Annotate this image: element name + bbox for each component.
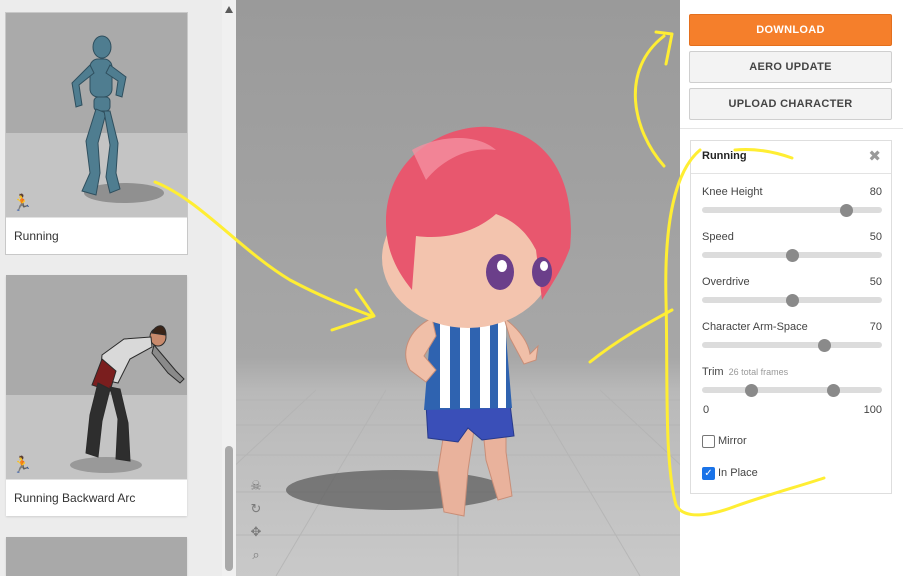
rotate-icon[interactable]: ↻ <box>248 501 264 517</box>
slider-speed: Speed 50 <box>702 231 882 271</box>
animation-card[interactable] <box>6 537 187 576</box>
divider <box>680 128 903 129</box>
scrollbar-thumb[interactable] <box>225 446 233 571</box>
in-place-checkbox[interactable]: ✓ <box>702 466 715 480</box>
aero-update-button[interactable]: AERO UPDATE <box>689 51 892 83</box>
scroll-up-icon[interactable] <box>225 6 233 13</box>
animation-card-running-backward-arc[interactable]: 🏃 Running Backward Arc <box>6 275 187 516</box>
slider-handle[interactable] <box>818 339 832 352</box>
slider-character-arm-space: Character Arm-Space 70 <box>702 321 882 361</box>
animation-card-running[interactable]: 🏃 Running <box>6 13 187 254</box>
3d-viewport[interactable]: ☠ ↻ ✥ ⌕ <box>236 0 680 576</box>
slider-value: 50 <box>869 276 882 288</box>
slider-overdrive: Overdrive 50 <box>702 276 882 316</box>
close-icon[interactable]: ✖ <box>868 147 881 165</box>
trim-start-handle[interactable] <box>744 384 758 397</box>
slider-knee-height: Knee Height 80 <box>702 186 882 226</box>
trim-min-label: 0 <box>703 404 710 416</box>
trim-end-handle[interactable] <box>827 384 841 397</box>
animation-label: Running <box>6 217 187 254</box>
mirror-option[interactable]: Mirror <box>702 433 747 449</box>
running-person-icon: 🏃 <box>12 457 32 474</box>
move-icon[interactable]: ✥ <box>248 524 264 540</box>
slider-value: 80 <box>869 186 882 198</box>
character-scene <box>236 126 680 576</box>
slider-label: Trim 26 total frames <box>702 366 788 378</box>
skull-icon[interactable]: ☠ <box>248 478 264 494</box>
slider-handle[interactable] <box>786 249 799 262</box>
download-button[interactable]: DOWNLOAD <box>689 14 892 46</box>
slider-label: Overdrive <box>702 276 750 288</box>
list-scrollbar[interactable] <box>222 0 236 576</box>
mirror-checkbox[interactable] <box>702 434 715 448</box>
slider-label: Knee Height <box>702 186 763 198</box>
trim-max-label: 100 <box>863 404 882 416</box>
zoom-icon[interactable]: ⌕ <box>248 547 264 563</box>
animation-list: 🏃 Running 🏃 Running Backward Arc <box>0 0 236 576</box>
slider-handle[interactable] <box>786 294 799 307</box>
animation-thumbnail: 🏃 <box>6 13 187 217</box>
running-person-icon: 🏃 <box>12 195 32 212</box>
slider-track[interactable] <box>702 342 882 348</box>
animation-label: Running Backward Arc <box>6 479 187 516</box>
slider-track[interactable] <box>702 387 882 393</box>
viewport-toolbar: ☠ ↻ ✥ ⌕ <box>248 478 264 563</box>
right-panel: DOWNLOAD AERO UPDATE UPLOAD CHARACTER Ru… <box>680 0 903 576</box>
slider-label: Character Arm-Space <box>702 321 808 333</box>
settings-title: Running <box>702 150 747 162</box>
slider-track[interactable] <box>702 207 882 213</box>
divider <box>691 173 891 174</box>
animation-thumbnail: 🏃 <box>6 275 187 479</box>
in-place-option[interactable]: ✓ In Place <box>702 465 758 481</box>
animation-settings-panel: Running ✖ Knee Height 80 Speed 50 Overdr… <box>690 140 892 494</box>
trim-subtitle: 26 total frames <box>728 367 789 377</box>
slider-value: 50 <box>869 231 882 243</box>
in-place-label: In Place <box>718 467 758 479</box>
upload-character-button[interactable]: UPLOAD CHARACTER <box>689 88 892 120</box>
trim-range-slider: Trim 26 total frames 0 100 <box>702 366 882 422</box>
trim-label: Trim <box>702 366 724 378</box>
slider-value: 70 <box>869 321 882 333</box>
mirror-label: Mirror <box>718 435 747 447</box>
slider-label: Speed <box>702 231 734 243</box>
slider-handle[interactable] <box>840 204 853 217</box>
